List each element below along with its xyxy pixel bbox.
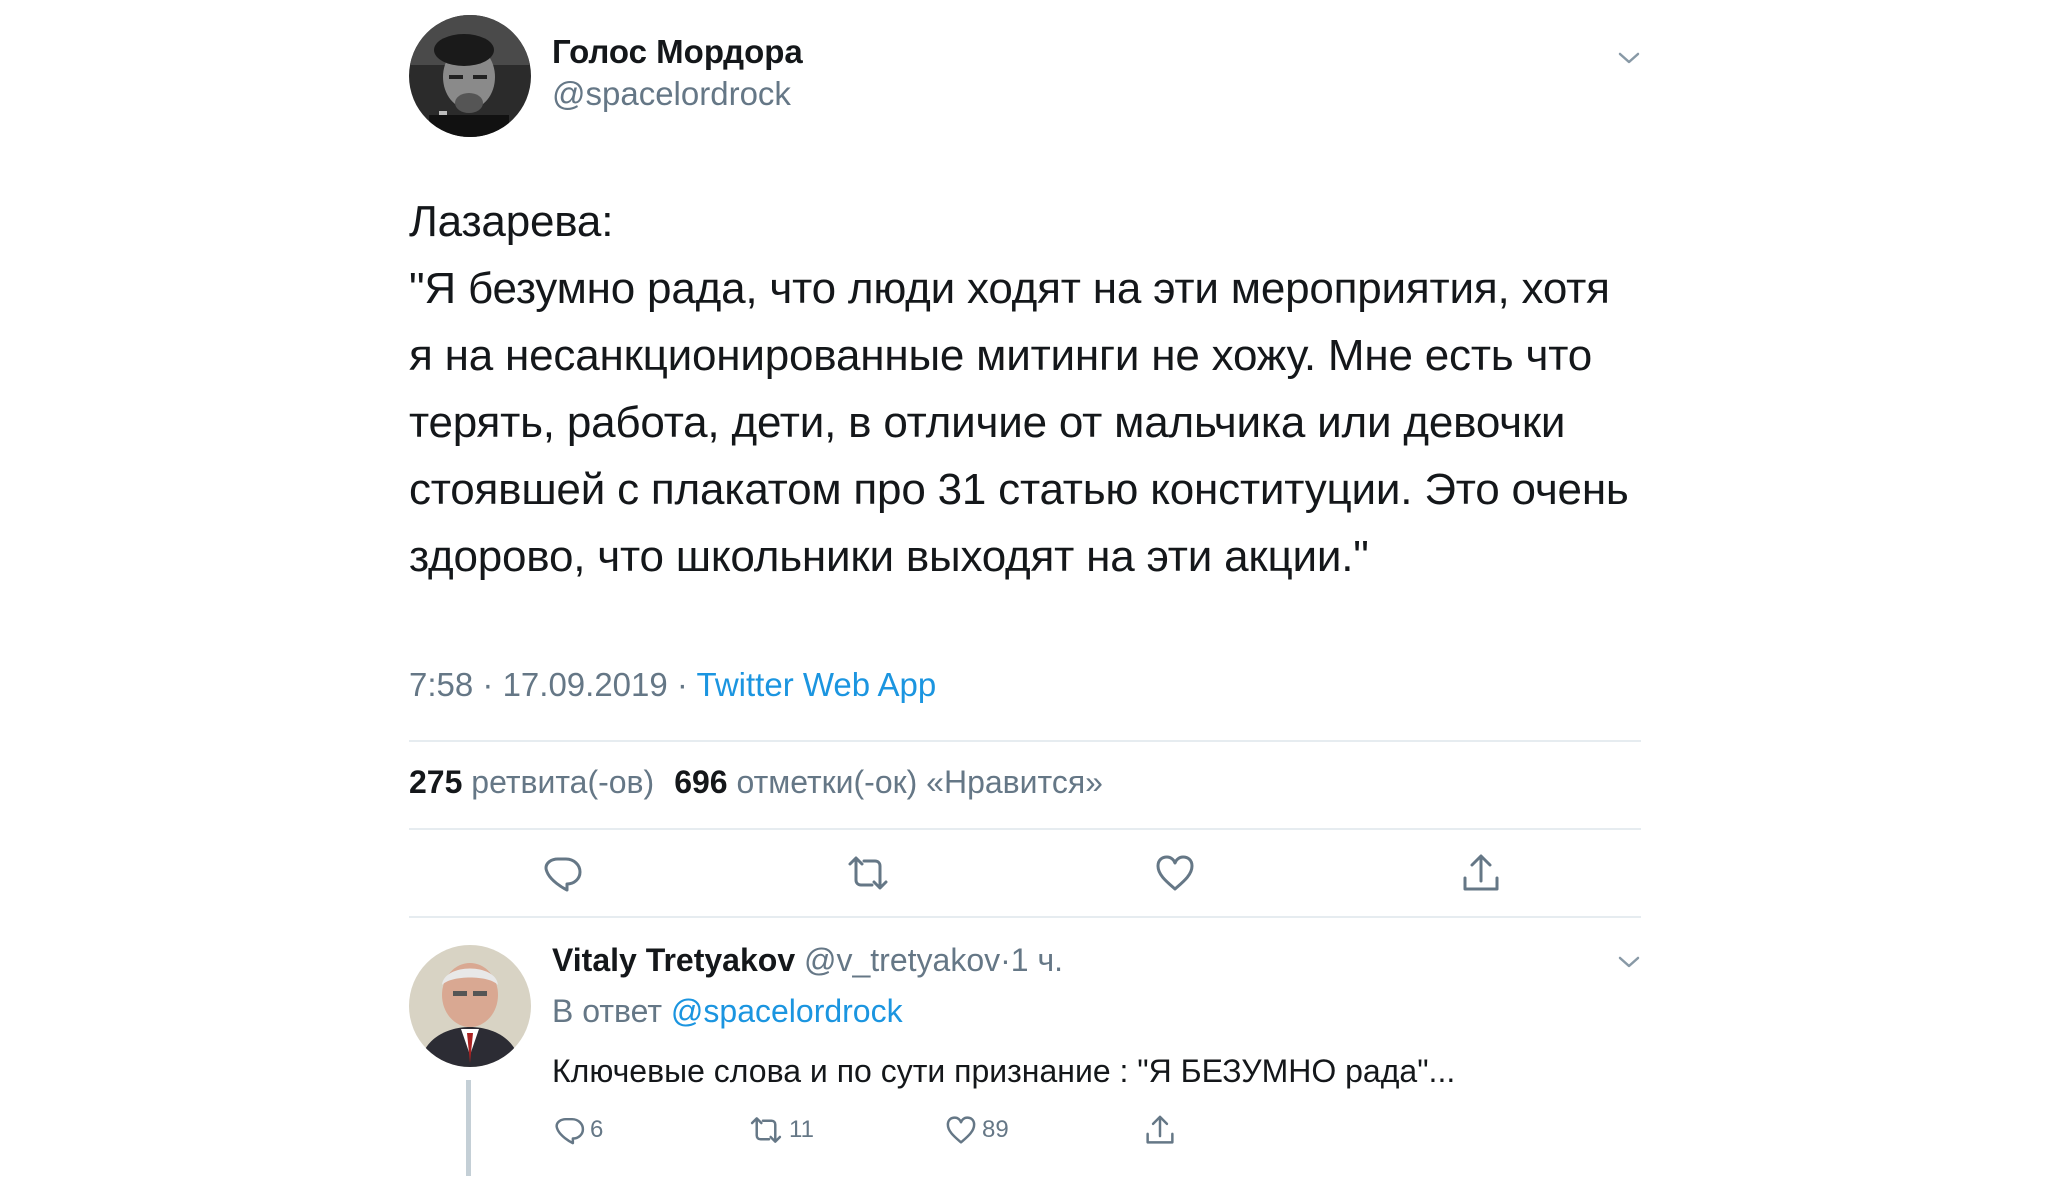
- reply-author-avatar[interactable]: [409, 945, 531, 1067]
- share-icon: [1146, 1115, 1174, 1144]
- heart-icon: [946, 1116, 976, 1144]
- divider: [409, 916, 1641, 918]
- share-button[interactable]: [1459, 851, 1503, 895]
- reply-header: Vitaly Tretyakov @v_tretyakov·1 ч.: [552, 942, 1063, 979]
- reply-prefix: В ответ: [552, 993, 663, 1029]
- reply-reply-button[interactable]: 6: [552, 1112, 603, 1148]
- reply-reply-count: 6: [590, 1116, 604, 1143]
- retweet-icon: [848, 856, 888, 890]
- reply-separator: ·: [1000, 942, 1011, 978]
- tweet-date[interactable]: 17.09.2019: [503, 666, 668, 703]
- like-stat[interactable]: 696 отметки(-ок) «Нравится»: [674, 764, 1103, 800]
- chevron-down-icon[interactable]: [1617, 950, 1641, 974]
- reply-icon: [555, 1117, 585, 1145]
- retweet-icon: [750, 1117, 782, 1143]
- reply-retweet-count: 11: [789, 1116, 814, 1143]
- author-handle[interactable]: @spacelordrock: [552, 75, 791, 113]
- thread-line: [466, 1080, 471, 1176]
- reply-share-button[interactable]: [1143, 1112, 1181, 1148]
- tweet-detail: Голос Мордора @spacelordrock Лазарева: "…: [409, 0, 1641, 1189]
- reply-button[interactable]: [540, 851, 584, 895]
- meta-separator: ·: [482, 666, 494, 703]
- like-count: 696: [674, 764, 728, 800]
- like-button[interactable]: [1153, 851, 1197, 895]
- heart-icon: [1156, 855, 1194, 891]
- tweet-time[interactable]: 7:58: [409, 666, 473, 703]
- tweet-text: Лазарева: "Я безумно рада, что люди ходя…: [409, 197, 1629, 581]
- replying-to: В ответ @spacelordrock: [552, 993, 903, 1030]
- reply-author-handle[interactable]: @v_tretyakov: [804, 942, 1000, 978]
- author-avatar[interactable]: [409, 15, 531, 137]
- divider: [409, 740, 1641, 742]
- reply-like-button[interactable]: 89: [944, 1112, 1009, 1148]
- meta-separator: ·: [676, 666, 688, 703]
- tweet-stats: 275 ретвита(-ов) 696 отметки(-ок) «Нравит…: [409, 764, 1103, 801]
- reply-time[interactable]: 1 ч.: [1011, 942, 1063, 978]
- divider: [409, 828, 1641, 830]
- chevron-down-icon[interactable]: [1617, 46, 1641, 70]
- retweet-button[interactable]: [846, 851, 890, 895]
- retweet-stat[interactable]: 275 ретвита(-ов): [409, 764, 654, 800]
- author-name[interactable]: Голос Мордора: [552, 33, 803, 71]
- reply-author-name[interactable]: Vitaly Tretyakov: [552, 942, 795, 978]
- reply-like-count: 89: [982, 1116, 1009, 1143]
- reply-retweet-button[interactable]: 11: [747, 1112, 814, 1148]
- retweet-count: 275: [409, 764, 463, 800]
- like-label: отметки(-ок) «Нравится»: [736, 764, 1103, 800]
- reply-icon: [544, 857, 582, 892]
- retweet-label: ретвита(-ов): [471, 764, 655, 800]
- reply-mention-link[interactable]: @spacelordrock: [671, 993, 903, 1029]
- tweet-source-link[interactable]: Twitter Web App: [697, 666, 937, 703]
- share-icon: [1463, 854, 1499, 891]
- reply-text: Ключевые слова и по сути признание : "Я …: [552, 1053, 1456, 1089]
- tweet-meta: 7:58 · 17.09.2019 · Twitter Web App: [409, 666, 936, 704]
